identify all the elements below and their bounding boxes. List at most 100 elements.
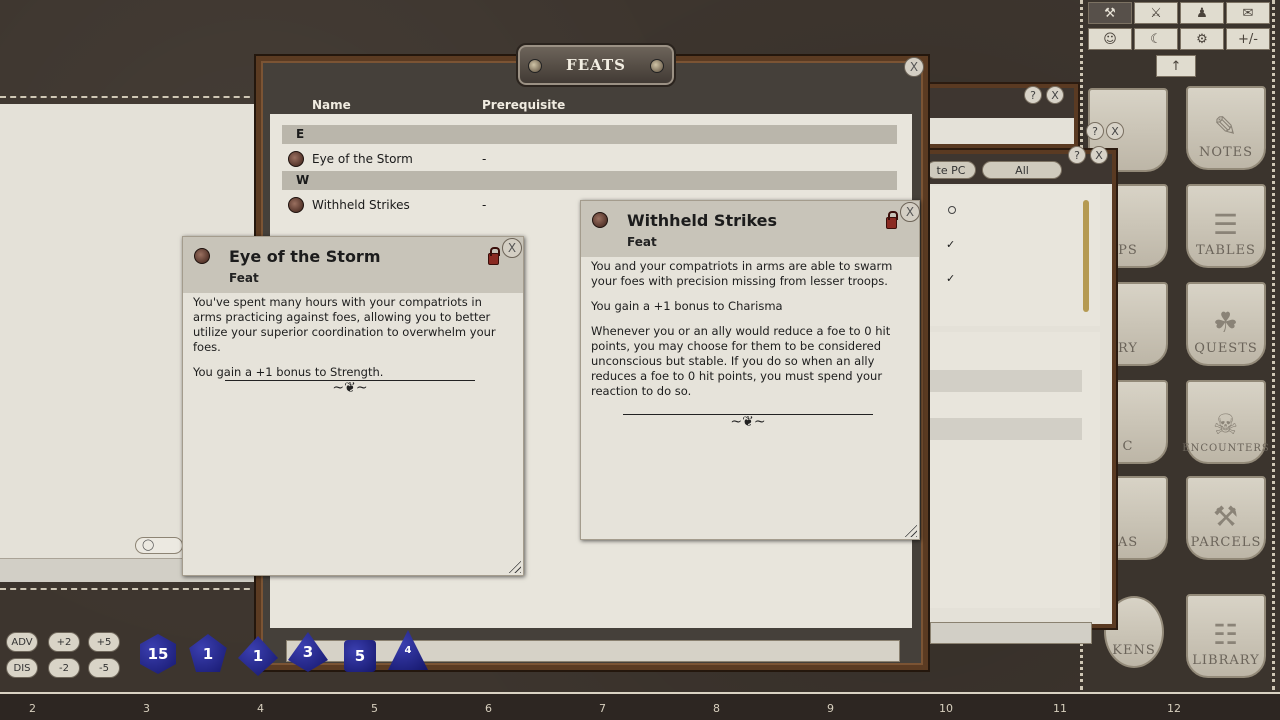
filter-all-button[interactable]: All: [982, 161, 1062, 179]
feat-card-eye-of-the-storm: Eye of the Storm Feat X You've spent man…: [182, 236, 524, 576]
card-subtitle: Feat: [229, 271, 259, 285]
shield-label: PS: [1118, 243, 1138, 258]
feat-name: Eye of the Storm: [312, 152, 413, 166]
day-night-icon[interactable]: ☾: [1134, 28, 1178, 50]
scroll-icon[interactable]: ✉: [1226, 2, 1270, 24]
close-button[interactable]: X: [1106, 122, 1124, 140]
list-item-eye-of-the-storm[interactable]: Eye of the Storm -: [282, 148, 897, 170]
shield-label: RY: [1118, 341, 1138, 356]
link-icon[interactable]: [288, 151, 304, 167]
card-body: You and your compatriots in arms are abl…: [591, 259, 911, 409]
feat-card-withheld-strikes: Withheld Strikes Feat X You and your com…: [580, 200, 920, 540]
ruler-tick: 2: [29, 702, 36, 715]
panel-stitching: [0, 96, 260, 100]
help-button[interactable]: ?: [1068, 146, 1086, 164]
ruler-tick: 8: [713, 702, 720, 715]
card-paragraph: You've spent many hours with your compat…: [193, 295, 496, 354]
sidebar-parcels-button[interactable]: ⚒ PARCELS: [1186, 476, 1266, 560]
chat-bubble-icon[interactable]: ◯: [135, 537, 183, 554]
ruler-tick: 11: [1053, 702, 1067, 715]
scrollbar[interactable]: [1083, 200, 1089, 312]
advantage-button[interactable]: ADV: [6, 632, 38, 652]
ruler-tick: 4: [257, 702, 264, 715]
combat-swords-icon[interactable]: ⚔: [1134, 2, 1178, 24]
link-icon[interactable]: [592, 212, 608, 228]
sidebar-notes-button[interactable]: ✎ NOTES: [1186, 86, 1266, 170]
sidebar-quests-button[interactable]: ☘ QUESTS: [1186, 282, 1266, 366]
rivet-icon: [650, 59, 664, 73]
pin-sidebar-icon[interactable]: ↑: [1156, 55, 1196, 77]
book-icon: ☷: [1212, 618, 1240, 651]
quill-icon: ✎: [1213, 110, 1239, 143]
close-button[interactable]: X: [1046, 86, 1064, 104]
settings-gear-icon[interactable]: ⚙: [1180, 28, 1224, 50]
sidebar-library-button[interactable]: ☷ LIBRARY: [1186, 594, 1266, 678]
lock-icon[interactable]: [886, 211, 898, 229]
sidebar-encounters-button[interactable]: ☠ ENCOUNTERS: [1182, 380, 1269, 464]
resize-handle[interactable]: [903, 523, 917, 537]
card-paragraph: Whenever you or an ally would reduce a f…: [591, 324, 891, 398]
plus-five-button[interactable]: +5: [88, 632, 120, 652]
ruler-tick: 9: [827, 702, 834, 715]
feat-prerequisite: -: [482, 198, 487, 212]
shield-label: ENCOUNTERS: [1182, 443, 1270, 454]
shield-label: QUESTS: [1194, 341, 1258, 356]
shield-label: LIBRARY: [1192, 653, 1260, 668]
plus-two-button[interactable]: +2: [48, 632, 80, 652]
skull-icon: ☠: [1212, 408, 1240, 441]
check-mark-icon[interactable]: ✓: [946, 272, 955, 285]
column-header-prerequisite[interactable]: Prerequisite: [482, 98, 565, 112]
check-mark-icon[interactable]: ✓: [946, 238, 955, 251]
mask-icon[interactable]: ☺: [1088, 28, 1132, 50]
shield-label: NOTES: [1198, 145, 1254, 160]
input-bar[interactable]: [930, 622, 1092, 644]
minus-two-button[interactable]: -2: [48, 658, 80, 678]
group-header: E: [282, 125, 897, 144]
party-icon[interactable]: ♟: [1180, 2, 1224, 24]
tools-hammer-icon[interactable]: ⚒: [1088, 2, 1132, 24]
ruler-tick: 3: [143, 702, 150, 715]
shield-label: AS: [1117, 535, 1139, 550]
resize-handle[interactable]: [507, 559, 521, 573]
sidebar-tables-button[interactable]: ☰ TABLES: [1186, 184, 1266, 268]
shield-label: C: [1122, 439, 1134, 454]
armor-icon: ⚒: [1212, 500, 1240, 533]
close-button[interactable]: X: [1090, 146, 1108, 164]
feats-close-button[interactable]: X: [904, 57, 924, 77]
radio-button[interactable]: [948, 206, 956, 214]
tables-icon: ☰: [1212, 208, 1240, 241]
character-list: [930, 186, 1100, 326]
help-button[interactable]: ?: [1024, 86, 1042, 104]
filter-pc-button[interactable]: te PC: [926, 161, 976, 179]
disadvantage-button[interactable]: DIS: [6, 658, 38, 678]
link-icon[interactable]: [288, 197, 304, 213]
help-button[interactable]: ?: [1086, 122, 1104, 140]
ornament-icon: ~❦~: [332, 380, 368, 396]
card-paragraph: You and your compatriots in arms are abl…: [591, 259, 893, 288]
chat-input[interactable]: [286, 640, 900, 662]
ornamental-divider: ~❦~: [623, 414, 873, 430]
minus-five-button[interactable]: -5: [88, 658, 120, 678]
lock-icon[interactable]: [488, 247, 500, 265]
column-header-name[interactable]: Name: [312, 98, 351, 112]
d6-die-icon[interactable]: 5: [344, 640, 376, 672]
card-close-button[interactable]: X: [900, 202, 920, 222]
panel-stitching: [0, 588, 260, 592]
ruler-tick: 5: [371, 702, 378, 715]
modifier-plus-minus-icon[interactable]: +/-: [1226, 28, 1270, 50]
ruler-tick: 10: [939, 702, 953, 715]
ruler-tick: 6: [485, 702, 492, 715]
group-header: W: [282, 171, 897, 190]
ornament-icon: ~❦~: [730, 414, 766, 430]
card-close-button[interactable]: X: [502, 238, 522, 258]
card-title: Withheld Strikes: [627, 211, 778, 230]
masks-icon: ☘: [1212, 306, 1240, 339]
shield-label: KENS: [1112, 643, 1156, 658]
feat-name: Withheld Strikes: [312, 198, 410, 212]
card-paragraph: You gain a +1 bonus to Strength.: [193, 365, 384, 379]
detail-row: [930, 418, 1082, 440]
rail-stitching: [1272, 0, 1276, 690]
card-body: You've spent many hours with your compat…: [193, 295, 511, 390]
ruler-tick: 12: [1167, 702, 1181, 715]
link-icon[interactable]: [194, 248, 210, 264]
